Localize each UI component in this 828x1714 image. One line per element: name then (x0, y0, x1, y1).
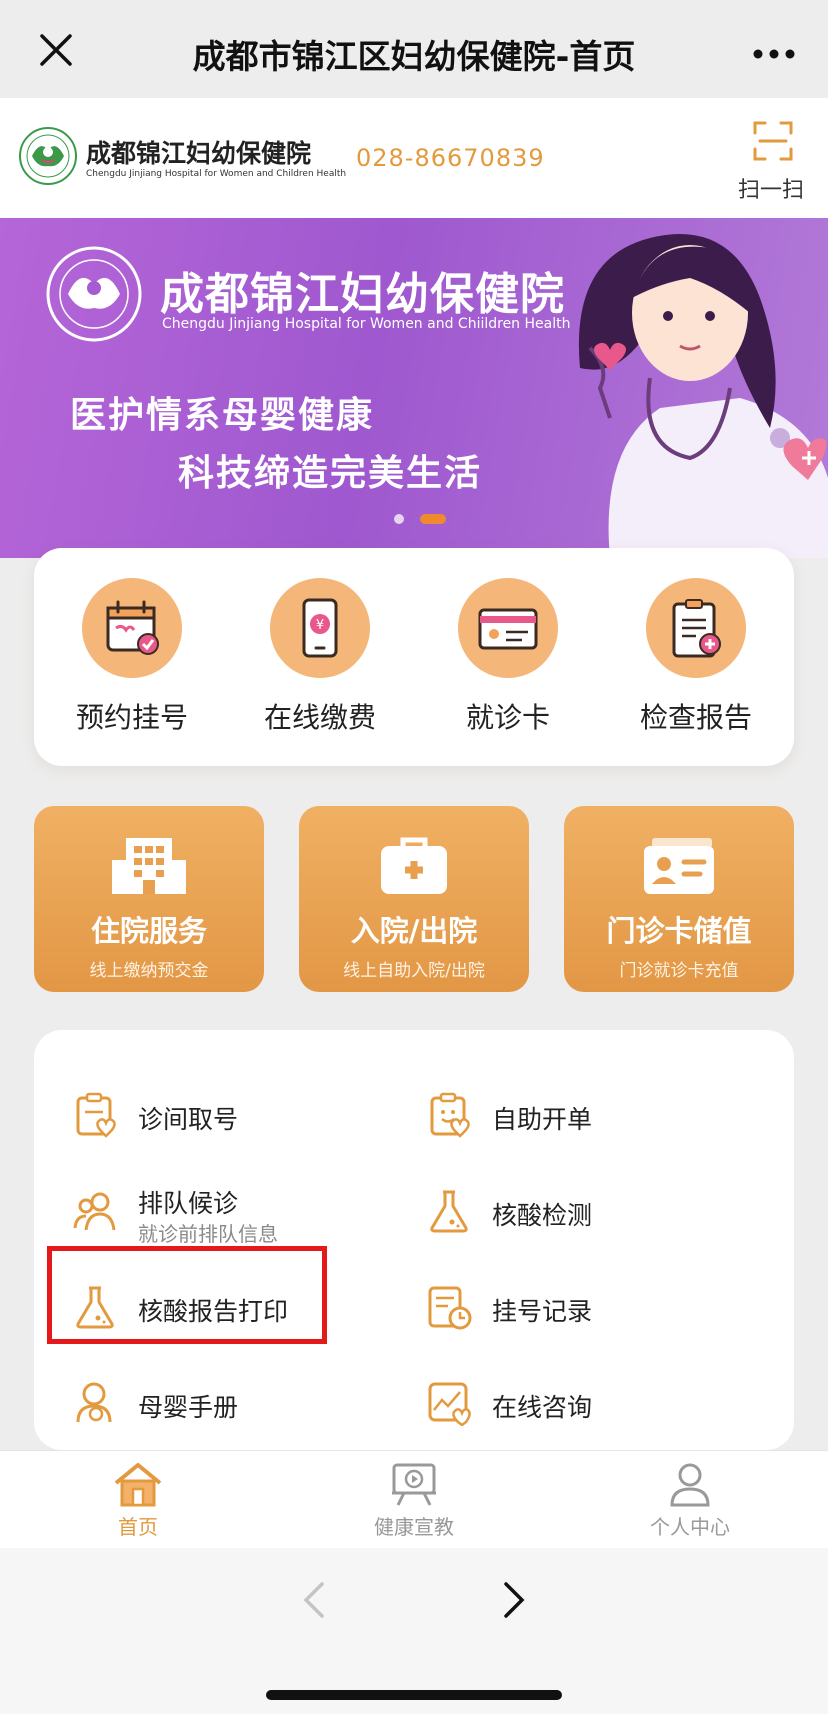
carousel-dot-2[interactable] (420, 514, 446, 524)
tab-personal-center[interactable]: 个人中心 (620, 1461, 760, 1540)
hospital-name: 成都锦江妇幼保健院 (86, 139, 312, 168)
svg-text:¥: ¥ (316, 618, 324, 633)
medical-kit-icon (381, 837, 447, 894)
feature-card-inpatient[interactable]: 住院服务 线上缴纳预交金 (34, 806, 264, 992)
banner-slogan-line2: 科技缔造完美生活 (178, 453, 483, 494)
quick-action-payment[interactable]: ¥ 在线缴费 (230, 578, 410, 736)
chart-heart-icon (428, 1382, 471, 1426)
more-icon[interactable] (750, 30, 798, 78)
service-label: 挂号记录 (492, 1297, 593, 1326)
quick-action-icon-wrap (646, 578, 746, 678)
hospital-name-en: Chengdu Jinjiang Hospital for Women and … (86, 169, 347, 179)
highlight-box (47, 1246, 327, 1344)
carousel-dot-1[interactable] (394, 514, 404, 524)
back-arrow-icon[interactable] (296, 1578, 332, 1622)
service-item-nucleic-test[interactable]: 核酸检测 (426, 1176, 726, 1246)
feature-card-subtitle: 线上缴纳预交金 (89, 961, 209, 981)
forward-arrow-icon[interactable] (496, 1578, 532, 1622)
close-icon[interactable] (36, 30, 76, 70)
quick-action-card[interactable]: 就诊卡 (418, 578, 598, 736)
clipboard-heart-icon (76, 1092, 116, 1138)
quick-action-report[interactable]: 检查报告 (606, 578, 786, 736)
building-icon (112, 838, 186, 894)
hospital-phone[interactable]: 028-86670839 (356, 144, 545, 172)
id-card-icon (644, 838, 714, 894)
hospital-logo (19, 127, 77, 185)
service-label: 核酸检测 (492, 1201, 593, 1230)
scan-label[interactable]: 扫一扫 (738, 172, 804, 204)
feature-card-title: 住院服务 (90, 914, 207, 948)
feature-card-subtitle: 门诊就诊卡充值 (619, 961, 739, 981)
quick-action-icon-wrap (458, 578, 558, 678)
quick-action-label: 就诊卡 (465, 701, 550, 734)
service-subtitle: 就诊前排队信息 (138, 1222, 278, 1246)
service-item-self-order[interactable]: 自助开单 (426, 1080, 726, 1150)
scan-icon[interactable] (752, 120, 794, 162)
phone-payment-icon: ¥ (302, 598, 338, 658)
service-label: 母婴手册 (138, 1393, 239, 1422)
mother-baby-icon (76, 1382, 112, 1423)
banner-hospital-name: 成都锦江妇幼保健院 (160, 269, 565, 320)
quick-action-label: 检查报告 (639, 701, 752, 734)
service-label: 自助开单 (492, 1105, 593, 1134)
services-card: 诊间取号 自助开单 排队候诊 就诊前排队信息 核酸检测 核酸报告打印 挂号记录 … (34, 1030, 794, 1450)
banner-hospital-name-en: Chengdu Jinjiang Hospital for Women and … (162, 316, 571, 332)
calendar-icon (106, 600, 159, 655)
hospital-header: 成都锦江妇幼保健院 Chengdu Jinjiang Hospital for … (0, 98, 828, 218)
bottom-tab-bar: 首页 健康宣教 个人中心 (0, 1450, 828, 1548)
doctor-illustration (578, 234, 828, 558)
quick-action-label: 在线缴费 (263, 701, 376, 734)
banner-slogan-line1: 医护情系母婴健康 (70, 395, 375, 436)
tab-home[interactable]: 首页 (68, 1461, 208, 1540)
service-label: 在线咨询 (492, 1393, 593, 1422)
promo-banner[interactable]: 成都锦江妇幼保健院 Chengdu Jinjiang Hospital for … (0, 218, 828, 558)
quick-action-icon-wrap (82, 578, 182, 678)
people-icon (73, 1192, 116, 1231)
feature-card-recharge[interactable]: 门诊卡储值 门诊就诊卡充值 (564, 806, 794, 992)
video-board-icon (392, 1463, 436, 1506)
service-item-registration-record[interactable]: 挂号记录 (426, 1272, 726, 1342)
quick-action-icon-wrap: ¥ (270, 578, 370, 678)
service-label: 诊间取号 (138, 1105, 239, 1134)
feature-card-title: 门诊卡储值 (606, 914, 752, 948)
home-icon (114, 1463, 162, 1507)
feature-card-subtitle: 线上自助入院/出院 (343, 961, 485, 981)
feature-card-title: 入院/出院 (350, 914, 478, 948)
tab-label: 健康宣教 (374, 1515, 454, 1539)
page: 成都市锦江区妇幼保健院-首页 成都锦江妇幼保健院 Chengdu Jinjian… (0, 0, 828, 1714)
banner-logo (46, 246, 142, 342)
quick-action-appointment[interactable]: 预约挂号 (42, 578, 222, 736)
quick-action-label: 预约挂号 (75, 701, 188, 734)
quick-actions-card: 预约挂号 ¥ 在线缴费 就诊卡 检查报告 (34, 548, 794, 766)
tab-label: 个人中心 (650, 1515, 730, 1539)
user-icon (670, 1463, 710, 1507)
tab-label: 首页 (118, 1515, 158, 1539)
title-bar: 成都市锦江区妇幼保健院-首页 (0, 0, 828, 98)
service-label: 排队候诊 (138, 1189, 239, 1218)
feature-card-admission[interactable]: 入院/出院 线上自助入院/出院 (299, 806, 529, 992)
service-item-maternal-handbook[interactable]: 母婴手册 (72, 1368, 372, 1438)
service-item-queue[interactable]: 排队候诊 就诊前排队信息 (72, 1176, 392, 1246)
flask-icon (430, 1190, 468, 1233)
page-title: 成都市锦江区妇幼保健院-首页 (192, 37, 636, 76)
report-icon (672, 599, 721, 658)
service-item-clinic-number[interactable]: 诊间取号 (72, 1080, 372, 1150)
home-indicator[interactable] (266, 1690, 562, 1700)
service-item-online-consult[interactable]: 在线咨询 (426, 1368, 726, 1438)
clipboard-face-icon (430, 1092, 470, 1138)
record-clock-icon (428, 1286, 472, 1330)
tab-health-education[interactable]: 健康宣教 (344, 1461, 484, 1540)
card-icon (478, 608, 538, 650)
